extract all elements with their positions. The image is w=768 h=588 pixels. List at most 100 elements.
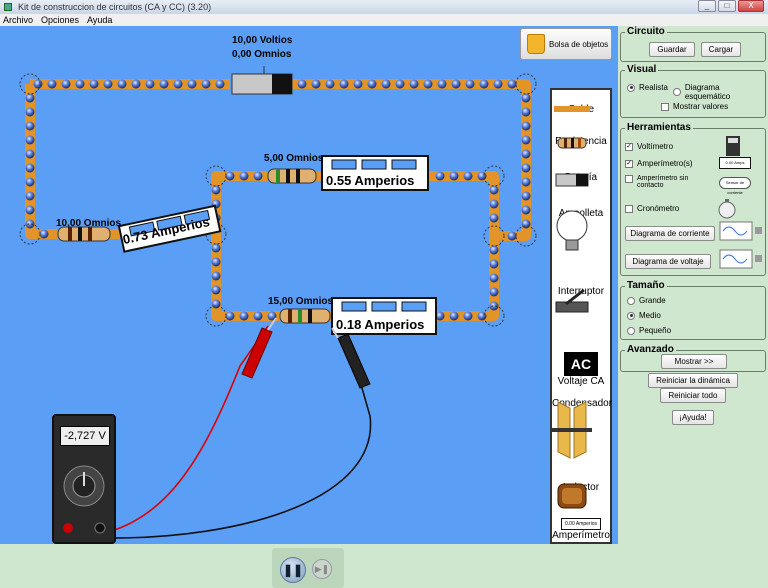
radio-esquematico-label: Diagrama esquemático: [684, 83, 731, 101]
tool-switch[interactable]: Interruptor: [552, 286, 610, 313]
resistor-bottom-label: 15,00 Omnios: [268, 296, 334, 307]
tool-capacitor[interactable]: Condensador: [552, 398, 612, 459]
menu-archivo[interactable]: Archivo: [2, 14, 34, 26]
minimize-button[interactable]: _: [698, 0, 716, 12]
menu-opciones[interactable]: Opciones: [40, 14, 80, 26]
check-sin-contacto-label: Amperímetro sin contacto: [637, 175, 689, 189]
resistor-bottom[interactable]: [279, 308, 331, 324]
load-button[interactable]: Cargar: [701, 42, 741, 57]
check-cronometro-label: Cronómetro: [637, 204, 680, 213]
voltage-chart-button[interactable]: Diagrama de voltaje: [625, 254, 711, 269]
resistor-icon: [557, 137, 587, 149]
inductor-icon: [557, 483, 587, 509]
circuito-title: Circuito: [625, 26, 667, 37]
check-amperimetros[interactable]: ✓ Amperímetro(s): [625, 159, 693, 168]
visual-section: Visual Realista Diagrama esquemático Mos…: [620, 64, 766, 118]
radio-medio[interactable]: Medio: [627, 311, 661, 320]
tool-resistor[interactable]: Resistencia: [552, 136, 610, 149]
radio-grande-indicator[interactable]: [627, 296, 635, 305]
menu-ayuda[interactable]: Ayuda: [86, 14, 113, 26]
app-icon: [4, 3, 12, 11]
tool-cable[interactable]: Cable: [552, 104, 610, 115]
check-sin-contacto[interactable]: Amperímetro sin contacto: [625, 175, 697, 189]
check-voltimetro[interactable]: ✓ Voltímetro: [625, 142, 673, 151]
stopwatch-icon: [718, 199, 736, 219]
switch-icon: [555, 288, 589, 313]
ammeter-icon: 0.00 Amperios: [561, 518, 601, 530]
check-cronometro[interactable]: Cronómetro: [625, 204, 679, 213]
tool-battery[interactable]: Batería: [552, 172, 610, 187]
wire-outer[interactable]: [25, 79, 531, 321]
voltage-chart-icon: [719, 249, 762, 269]
reset-dynamics-button[interactable]: Reiniciar la dinámica: [648, 373, 738, 388]
tool-bulb[interactable]: Ampolleta: [552, 208, 610, 251]
tool-inductor[interactable]: Inductor: [552, 482, 610, 509]
maximize-button[interactable]: □: [718, 0, 736, 12]
junctions[interactable]: [19, 73, 537, 327]
radio-grande-label: Grande: [639, 296, 666, 305]
capacitor-icon: [552, 401, 592, 459]
voltmeter-display: -2,727 V: [60, 426, 110, 446]
radio-pequeno-indicator[interactable]: [627, 326, 635, 335]
object-bag-button[interactable]: Bolsa de objetos: [520, 28, 612, 60]
contact-sensor-icon: Sensor de corriente: [719, 177, 751, 195]
radio-medio-label: Medio: [639, 311, 661, 320]
black-probe[interactable]: [331, 327, 371, 389]
check-amperimetros-box[interactable]: ✓: [625, 159, 633, 168]
circuito-section: Circuito Guardar Cargar: [620, 26, 766, 62]
radio-medio-indicator[interactable]: [627, 311, 635, 320]
tamano-section: Tamaño Grande Medio Pequeño: [620, 280, 766, 340]
check-cronometro-box[interactable]: [625, 204, 633, 213]
battery[interactable]: [231, 66, 293, 95]
radio-grande[interactable]: Grande: [627, 296, 666, 305]
check-mostrar-valores-label: Mostrar valores: [673, 102, 729, 111]
voltmeter-dial[interactable]: [54, 450, 114, 540]
resistor-left[interactable]: [57, 226, 111, 242]
playback-controls: ❚❚ ▶❚: [272, 548, 344, 588]
show-advanced-button[interactable]: Mostrar >>: [661, 354, 727, 369]
resistor-mid[interactable]: [267, 168, 317, 184]
tool-ammeter-label: Amperímetro: [552, 530, 610, 541]
herramientas-title: Herramientas: [625, 122, 693, 133]
component-toolbox: Cable Resistencia Batería Ampolleta Inte…: [550, 88, 612, 544]
help-button[interactable]: ¡Ayuda!: [672, 410, 714, 425]
save-button[interactable]: Guardar: [649, 42, 695, 57]
window-titlebar: Kit de construccion de circuitos (CA y C…: [0, 0, 768, 14]
pause-button[interactable]: ❚❚: [280, 557, 306, 583]
step-button[interactable]: ▶❚: [312, 559, 332, 579]
circuit-canvas[interactable]: 10,00 Voltios 0,00 Omnios 10,00 Omnios 5…: [0, 26, 618, 544]
bulb-icon: [556, 210, 588, 251]
check-mostrar-valores-box[interactable]: [661, 102, 669, 111]
radio-esquematico-indicator[interactable]: [673, 88, 681, 96]
red-probe[interactable]: [241, 317, 277, 379]
radio-esquematico[interactable]: Diagrama esquemático: [673, 83, 765, 101]
check-voltimetro-label: Voltímetro: [637, 142, 674, 151]
radio-realista-indicator[interactable]: [627, 83, 635, 92]
pause-icon: ❚❚: [282, 563, 304, 577]
reset-all-button[interactable]: Reiniciar todo: [660, 388, 726, 403]
tool-ac-voltage-label: Voltaje CA: [557, 376, 605, 387]
radio-pequeno-label: Pequeño: [639, 326, 672, 335]
current-chart-button[interactable]: Diagrama de corriente: [625, 226, 715, 241]
check-voltimetro-box[interactable]: ✓: [625, 142, 633, 151]
current-chart-icon: [719, 221, 762, 241]
electron-beads: [25, 79, 531, 321]
radio-realista-label: Realista: [639, 83, 668, 92]
control-panel: Circuito Guardar Cargar Visual Realista …: [618, 26, 768, 587]
tool-ac-voltage[interactable]: AC Voltaje CA: [552, 352, 610, 387]
tool-ammeter[interactable]: 0.00 Amperios Amperímetro: [552, 518, 610, 541]
radio-pequeno[interactable]: Pequeño: [627, 326, 671, 335]
battery-voltage-label: 10,00 Voltios: [232, 35, 293, 46]
black-probe-lead[interactable]: [99, 345, 372, 539]
cable-icon: [554, 106, 590, 112]
ac-icon: AC: [564, 352, 598, 376]
battery-icon: [555, 173, 589, 187]
ammeter-bottom-reading: 0.18 Amperios: [336, 317, 425, 332]
check-sin-contacto-box[interactable]: [625, 175, 633, 183]
resistor-mid-label: 5,00 Omnios: [264, 153, 324, 164]
check-mostrar-valores[interactable]: Mostrar valores: [661, 102, 728, 111]
close-button[interactable]: X: [738, 0, 764, 12]
radio-realista[interactable]: Realista: [627, 83, 668, 92]
voltmeter[interactable]: -2,727 V: [52, 414, 116, 544]
step-icon: ▶❚: [314, 563, 330, 574]
